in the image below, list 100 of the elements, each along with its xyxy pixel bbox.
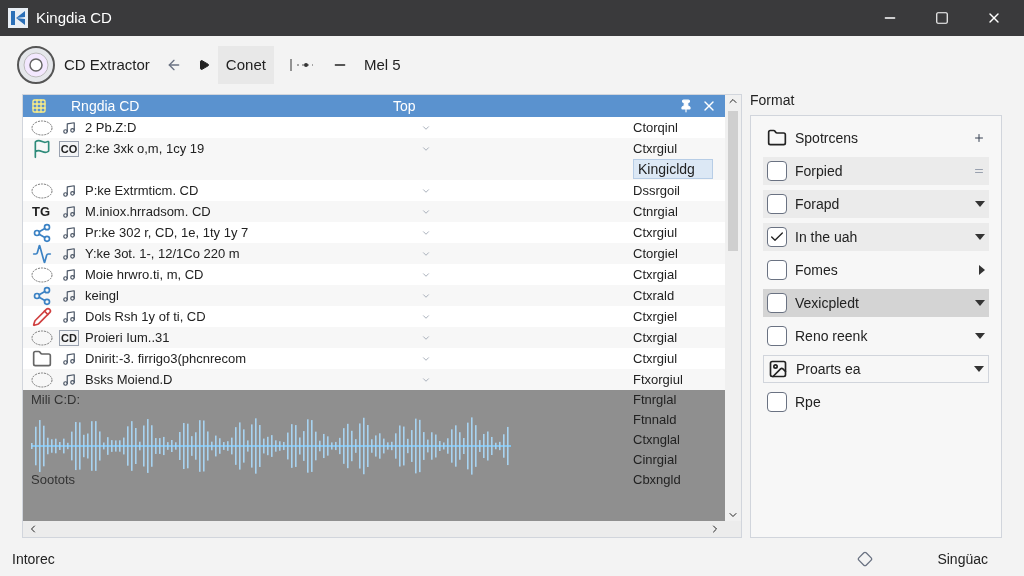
track-icon xyxy=(62,351,76,366)
option-label: Forapd xyxy=(795,194,841,214)
option-label: Vexicpledt xyxy=(795,293,860,313)
row-badge: CD xyxy=(59,329,79,346)
track-name: Pr:ke 302 r, CD, 1e, 1ty 1y 7 xyxy=(84,224,250,242)
list-row[interactable]: Y:ke 3ot. 1-, 12/1Co 220 m Ctorgiel xyxy=(23,243,725,264)
checkbox[interactable] xyxy=(767,326,787,346)
status-text: Ctnrgial xyxy=(633,203,678,221)
status-text: Ctxrgiul xyxy=(633,140,679,158)
dropdown-arrow-icon[interactable] xyxy=(975,234,985,240)
flag-icon xyxy=(32,138,52,159)
play-icon[interactable] xyxy=(197,59,210,71)
option-label: Forpied xyxy=(795,161,844,181)
list-row[interactable]: keingl Ctxrald xyxy=(23,285,725,306)
status-text: Ctorqinl xyxy=(633,119,678,137)
track-name: P:ke Extrmticm. CD xyxy=(84,182,200,200)
status-left: Intorec xyxy=(12,549,55,569)
track-name: M.iniox.hrradsom. CD xyxy=(84,203,212,221)
format-option[interactable]: Spotrcens xyxy=(763,124,989,152)
scroll-thumb[interactable] xyxy=(728,111,738,251)
pin-icon[interactable] xyxy=(679,99,693,113)
dropdown-arrow-icon[interactable] xyxy=(975,300,985,306)
dropdown-arrow-icon[interactable] xyxy=(975,333,985,339)
nodes-icon xyxy=(32,285,52,306)
track-icon xyxy=(62,120,76,135)
edit-field[interactable]: Kingicldg xyxy=(633,159,713,179)
status-text: Ftxorgiul xyxy=(633,371,683,389)
group-title: Format xyxy=(750,91,796,110)
format-option[interactable]: Fomes xyxy=(763,256,989,284)
status-text: Cbxngld xyxy=(633,471,681,490)
track-name: Dnirit:-3. firrigo3(phcnrecom xyxy=(84,350,248,368)
checkbox[interactable] xyxy=(767,293,787,313)
status-text: Ctorgiel xyxy=(633,245,678,263)
status-text: Ftnrglal xyxy=(633,391,677,410)
track-name: 2 Pb.Z:D xyxy=(84,119,138,137)
vertical-scrollbar[interactable] xyxy=(725,95,741,521)
app-disc-icon xyxy=(16,45,56,85)
disc-outline-icon xyxy=(31,182,53,199)
band-label: Sootots xyxy=(31,472,76,488)
format-option[interactable]: Proarts ea xyxy=(763,355,989,383)
submenu-arrow-icon[interactable] xyxy=(979,265,985,275)
format-option[interactable]: In the uah xyxy=(763,223,989,251)
nodes-icon xyxy=(32,222,52,243)
folder-icon xyxy=(32,348,52,369)
checkbox[interactable] xyxy=(767,161,787,181)
track-name: Moie hrwro.ti, m, CD xyxy=(84,266,205,284)
status-text: Ctxrald xyxy=(633,287,675,305)
checkbox[interactable] xyxy=(767,392,787,412)
format-option[interactable]: Reno reenk xyxy=(763,322,989,350)
track-icon xyxy=(62,309,76,324)
checkbox[interactable] xyxy=(767,260,787,280)
disc-outline-icon xyxy=(31,266,53,283)
marker-icon[interactable] xyxy=(289,59,316,71)
dropdown-arrow-icon[interactable] xyxy=(975,201,985,207)
track-icon xyxy=(62,204,76,219)
status-text: Ctxrgial xyxy=(633,266,678,284)
track-name: Bsks Moiend.D xyxy=(84,371,174,389)
status-right: Singüac xyxy=(937,549,988,569)
grid-icon xyxy=(31,98,47,114)
checkbox[interactable] xyxy=(767,227,787,247)
option-label: Spotrcens xyxy=(795,128,860,148)
track-icon xyxy=(62,183,76,198)
format-option[interactable]: Rpe xyxy=(763,388,989,416)
disc-outline-icon xyxy=(31,371,53,388)
image-icon xyxy=(768,359,788,379)
option-label: Rpe xyxy=(795,392,822,412)
list-row[interactable]: CD Proieri Ium..31 Ctxrgial xyxy=(23,327,725,348)
diamond-icon[interactable] xyxy=(857,551,874,567)
maximize-icon[interactable] xyxy=(935,11,949,25)
dropdown-arrow-icon[interactable] xyxy=(974,366,984,372)
list-row[interactable]: CO 2:ke 3xk o,m, 1cy 19 Ctxrgiul Kingicldg xyxy=(23,138,725,180)
track-icon xyxy=(62,267,76,282)
list-title: Rngdia CD xyxy=(71,96,141,116)
status-text: Cinrgial xyxy=(633,451,678,470)
format-option[interactable]: Forapd xyxy=(763,190,989,218)
format-option[interactable]: Forpied xyxy=(763,157,989,185)
window-title: Kingdia CD xyxy=(36,7,112,28)
app-logo-icon xyxy=(8,8,28,28)
list-row[interactable]: TG M.iniox.hrradsom. CD Ctnrgial xyxy=(23,201,725,222)
option-label: Fomes xyxy=(795,260,839,280)
folder-icon xyxy=(767,128,787,148)
checkbox[interactable] xyxy=(767,194,787,214)
plus-icon[interactable] xyxy=(973,132,985,144)
status-text: Ctxrgiul xyxy=(633,350,678,368)
format-option[interactable]: Vexicpledt xyxy=(763,289,989,317)
track-icon xyxy=(62,225,76,240)
list-row[interactable]: Bsks Moiend.D Ftxorgiul xyxy=(23,369,725,390)
app-name: CD Extractor xyxy=(64,54,150,75)
option-label: In the uah xyxy=(795,227,859,247)
track-icon xyxy=(62,246,76,261)
horizontal-scrollbar[interactable] xyxy=(23,521,741,537)
status-text: Ctxnglal xyxy=(633,431,680,450)
toolbar-button[interactable]: Conet xyxy=(217,45,274,85)
status-text: Ctxrgiel xyxy=(633,308,678,326)
row-label: TG xyxy=(32,202,52,221)
track-name: 2:ke 3xk o,m, 1cy 19 xyxy=(84,140,206,158)
track-icon xyxy=(62,372,76,387)
track-name: Proieri Ium..31 xyxy=(84,329,171,347)
pencil-icon xyxy=(32,306,52,327)
wave-icon xyxy=(32,243,52,264)
